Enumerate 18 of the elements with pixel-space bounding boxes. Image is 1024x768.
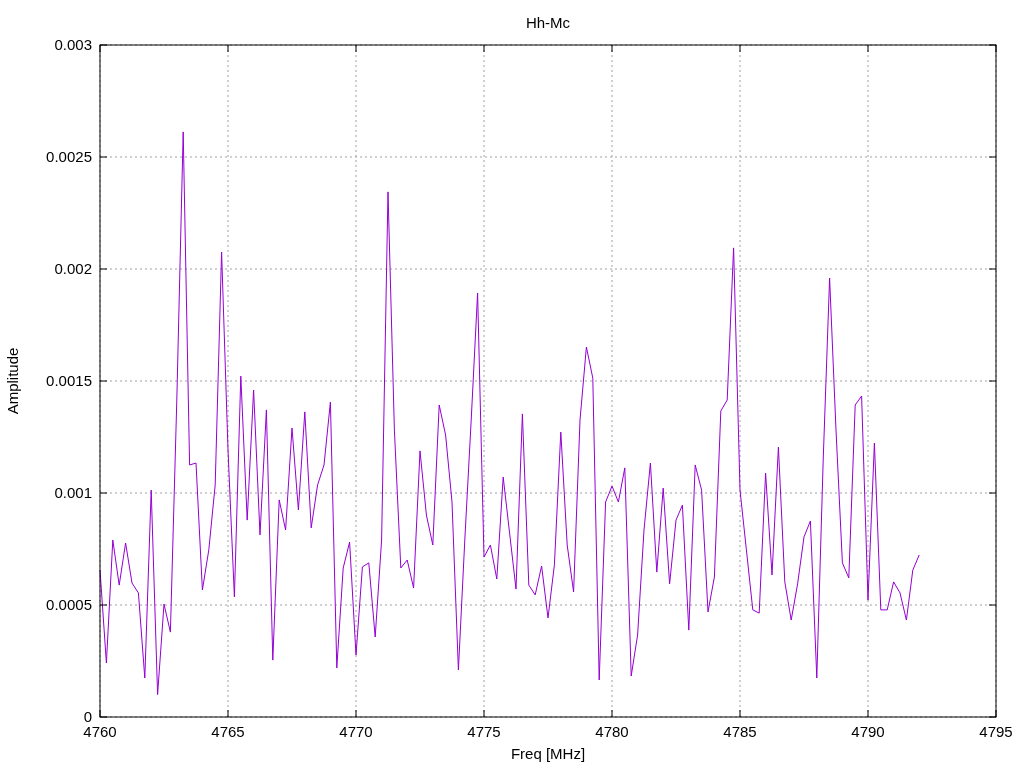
tick-label: 0.001: [54, 484, 92, 501]
x-axis-label: Freq [MHz]: [510, 745, 586, 762]
tick-label: 4770: [339, 723, 373, 740]
tick-label: 0.0015: [46, 372, 92, 389]
y-axis-label: Amplitude: [4, 347, 21, 415]
tick-label: 0.0025: [46, 148, 92, 165]
chart-title: Hh-Mc: [525, 14, 571, 31]
tick-label: 4780: [595, 723, 629, 740]
tick-label: 4760: [83, 723, 117, 740]
tick-label: 0.0005: [46, 596, 92, 613]
tick-label: 4795: [979, 723, 1013, 740]
tick-label: 0: [83, 708, 92, 725]
tick-label: 0.003: [54, 36, 92, 53]
tick-label: 4785: [723, 723, 757, 740]
tick-label: 4775: [467, 723, 501, 740]
tick-label: 4765: [211, 723, 245, 740]
tick-label: 0.002: [54, 260, 92, 277]
tick-label: 4790: [851, 723, 885, 740]
